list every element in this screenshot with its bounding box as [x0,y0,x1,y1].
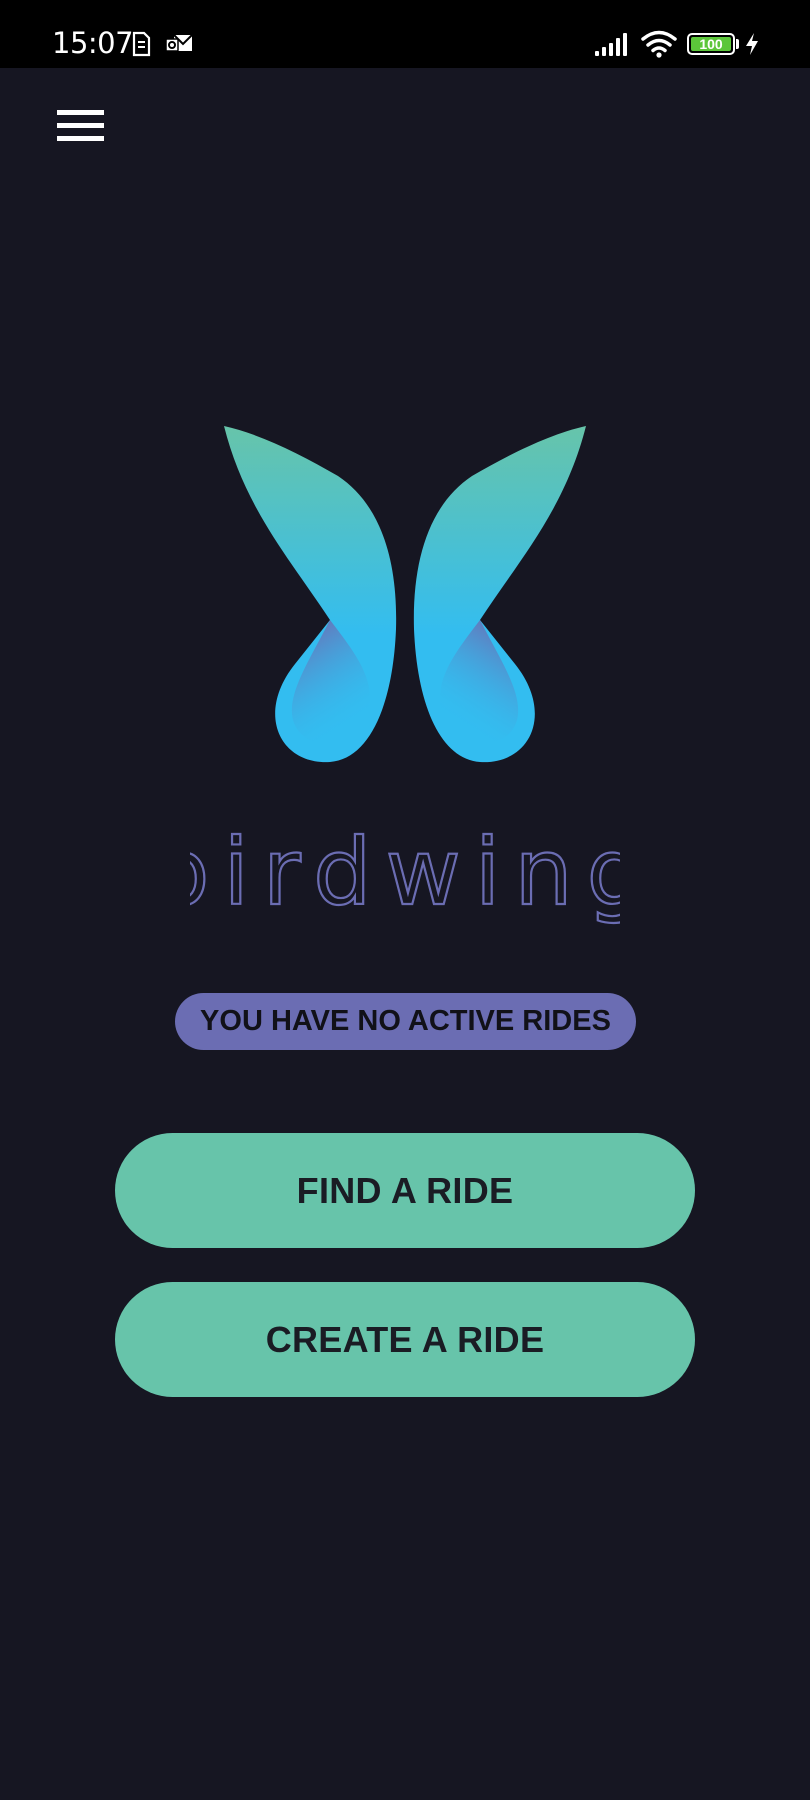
menu-bar [57,123,104,128]
battery-cap [736,39,739,49]
status-bar: 15:07 100 [0,0,810,68]
sim-icon [132,31,151,57]
battery-level: 100 [699,36,723,52]
battery-fill: 100 [691,37,731,51]
brand-name: birdwing [190,822,620,926]
brand-wordmark: birdwing [190,822,620,927]
no-active-rides-badge: YOU HAVE NO ACTIVE RIDES [175,993,636,1050]
signal-icon [595,33,627,56]
wifi-icon [641,30,677,58]
create-ride-button[interactable]: CREATE A RIDE [115,1282,695,1397]
battery-icon: 100 [687,33,735,55]
mail-icon [165,34,193,52]
menu-bar [57,136,104,141]
menu-bar [57,110,104,115]
birdwing-logo-icon [224,426,586,763]
status-time: 15:07 [52,26,134,60]
find-ride-button[interactable]: FIND A RIDE [115,1133,695,1248]
charging-icon [746,33,758,55]
hamburger-menu-icon[interactable] [52,104,108,148]
